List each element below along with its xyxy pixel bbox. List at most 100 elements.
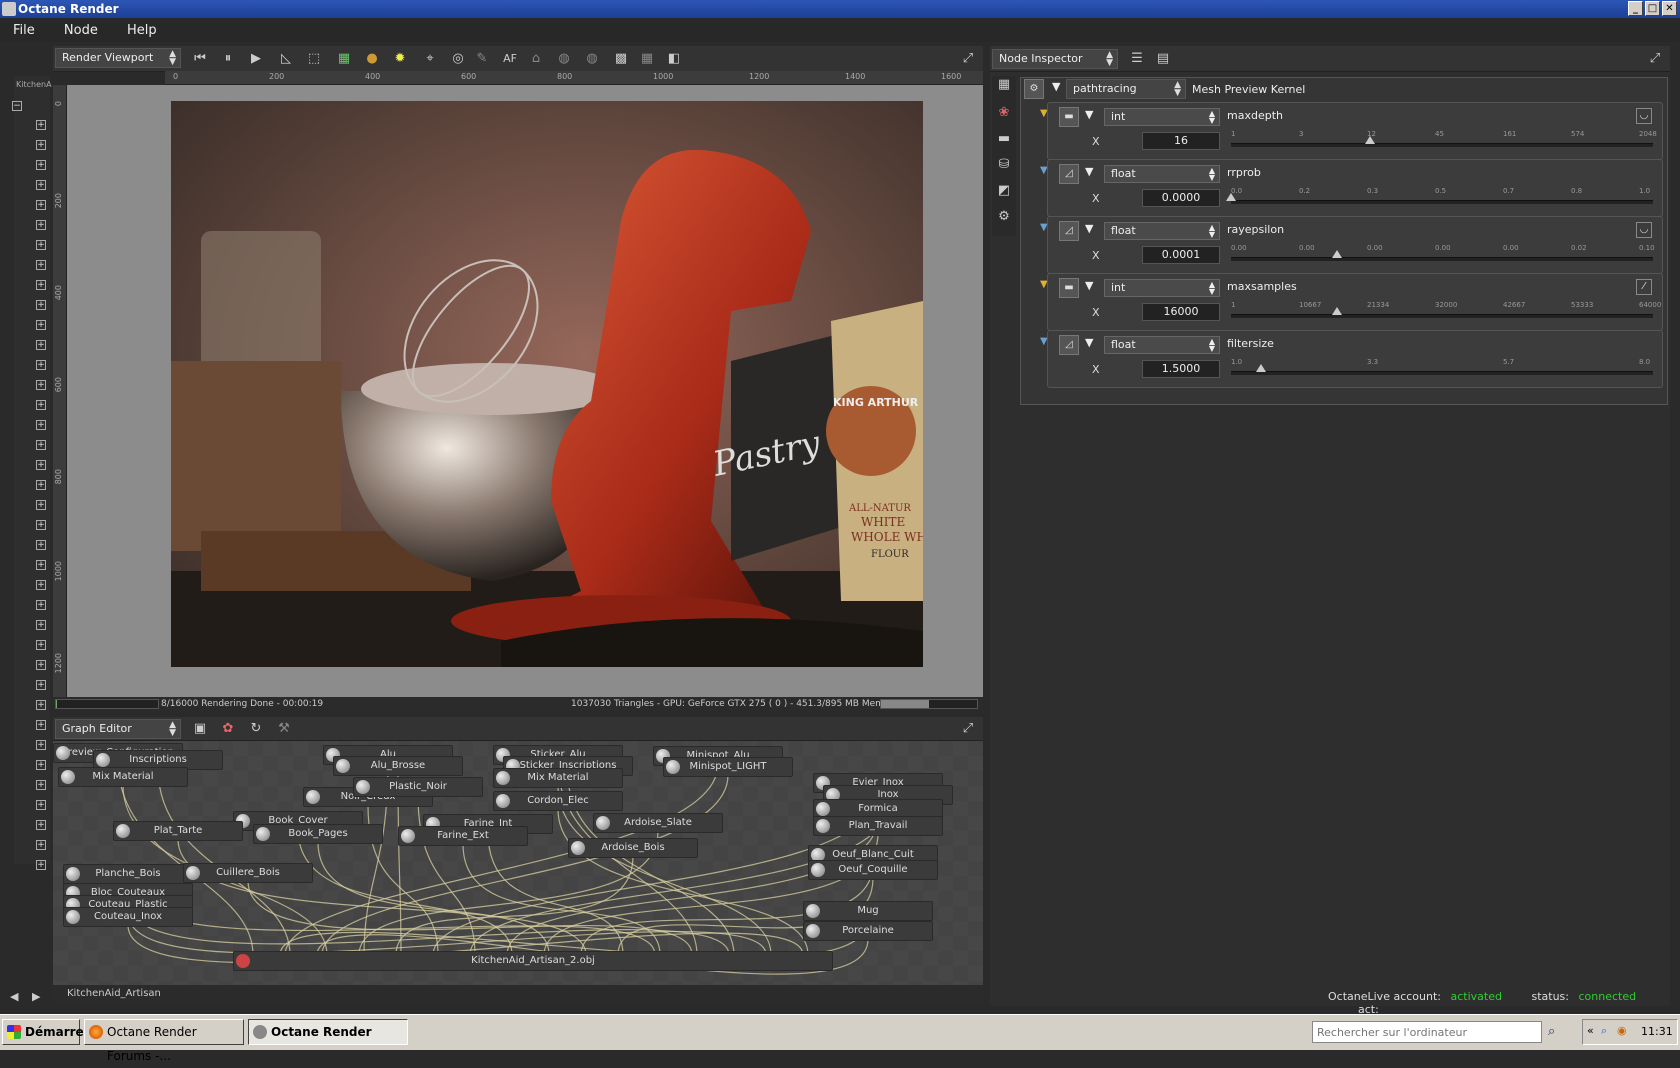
graph-node[interactable]: Planche_Bois xyxy=(63,864,193,884)
slider-thumb[interactable] xyxy=(1331,250,1342,258)
graph-node[interactable]: Ardoise_Slate xyxy=(593,813,723,833)
collapse-tree-button[interactable]: − xyxy=(12,101,22,111)
param-value-input[interactable]: 16 xyxy=(1142,132,1220,150)
graph-node[interactable]: Mug xyxy=(803,901,933,921)
light-icon[interactable]: ✹ xyxy=(391,50,409,68)
tray-expand-icon[interactable]: « xyxy=(1587,1024,1594,1037)
param-slider[interactable] xyxy=(1231,200,1653,204)
graph-editor[interactable]: Preview_ConfigurationInscriptionsMix Mat… xyxy=(53,741,983,985)
environment-icon[interactable]: ◩ xyxy=(995,182,1013,200)
expand-tree-button[interactable]: + xyxy=(36,240,46,250)
kernel-icon[interactable]: ⚙ xyxy=(995,208,1013,226)
af-icon[interactable]: AF xyxy=(501,50,519,68)
slider-thumb[interactable] xyxy=(1331,307,1342,315)
param-type-dropdown[interactable]: int ▲ ▼ xyxy=(1104,108,1220,126)
expand-tree-button[interactable]: + xyxy=(36,180,46,190)
start-button[interactable]: Démarrer xyxy=(2,1019,90,1045)
search-icon[interactable]: ⌕ xyxy=(1548,1024,1555,1039)
param-link-icon[interactable]: ◡ xyxy=(1636,108,1652,124)
graph-node[interactable]: Alu_Brosse xyxy=(333,756,463,776)
taskbar-search-input[interactable] xyxy=(1312,1021,1542,1043)
expand-tree-button[interactable]: + xyxy=(36,140,46,150)
sphere-alt-icon[interactable]: ◍ xyxy=(583,50,601,68)
param-type-dropdown[interactable]: float ▲ ▼ xyxy=(1104,165,1220,183)
graph-node[interactable]: Book_Pages xyxy=(253,824,383,844)
play-icon[interactable]: ▶ xyxy=(247,50,265,68)
autofocus-icon[interactable]: ⌖ xyxy=(421,50,439,68)
expand-tree-button[interactable]: + xyxy=(36,300,46,310)
graph-node[interactable]: Farine_Ext xyxy=(398,826,528,846)
expand-tree-button[interactable]: + xyxy=(36,500,46,510)
focus-picker-icon[interactable]: ✎ xyxy=(473,50,491,68)
graph-node[interactable]: Ardoise_Bois xyxy=(568,838,698,858)
expand-tree-button[interactable]: + xyxy=(36,520,46,530)
expand-tree-button[interactable]: + xyxy=(36,340,46,350)
material-picker-icon[interactable]: ⌂ xyxy=(527,50,545,68)
expand-tree-button[interactable]: + xyxy=(36,360,46,370)
expand-tree-button[interactable]: + xyxy=(36,620,46,630)
aperture-icon[interactable]: ◎ xyxy=(449,50,467,68)
expand-tree-button[interactable]: + xyxy=(36,840,46,850)
param-slider[interactable] xyxy=(1231,143,1653,147)
tools-icon[interactable]: ⚒ xyxy=(275,720,293,738)
color-icon[interactable]: ● xyxy=(363,50,381,68)
param-collapse-icon[interactable]: ▼ xyxy=(1085,336,1093,349)
expand-tree-button[interactable]: + xyxy=(36,400,46,410)
tray-search-icon[interactable]: ⌕ xyxy=(1601,1024,1607,1038)
graph-node[interactable]: Plat_Tarte xyxy=(113,821,243,841)
param-link-icon[interactable]: ◡ xyxy=(1636,222,1652,238)
menu-help[interactable]: Help xyxy=(114,18,169,38)
expand-tree-button[interactable]: + xyxy=(36,640,46,650)
expand-tree-button[interactable]: + xyxy=(36,760,46,770)
expand-tree-button[interactable]: + xyxy=(36,120,46,130)
skip-back-icon[interactable]: ⏮ xyxy=(191,50,209,68)
graph-node[interactable]: Mix Material xyxy=(493,768,623,788)
param-collapse-icon[interactable]: ▼ xyxy=(1085,222,1093,235)
expand-tree-button[interactable]: + xyxy=(36,480,46,490)
expand-tree-button[interactable]: + xyxy=(36,200,46,210)
param-link-icon[interactable]: ⁄ xyxy=(1636,279,1652,295)
collapse-icon[interactable]: ▼ xyxy=(1052,80,1060,93)
expand-tree-button[interactable]: + xyxy=(36,260,46,270)
material-node-icon[interactable]: ❀ xyxy=(995,104,1013,122)
sphere-icon[interactable]: ◍ xyxy=(555,50,573,68)
expand-tree-button[interactable]: + xyxy=(36,740,46,750)
close-button[interactable]: ✕ xyxy=(1662,1,1677,16)
scroll-right-icon[interactable]: ▶ xyxy=(32,990,40,1003)
graph-node[interactable]: Couteau_Inox xyxy=(63,907,193,927)
slider-thumb[interactable] xyxy=(1365,136,1376,144)
param-collapse-icon[interactable]: ▼ xyxy=(1085,165,1093,178)
maximize-button[interactable]: □ xyxy=(1645,1,1660,16)
viewport-dropdown[interactable]: Render Viewport ▲ ▼ xyxy=(55,48,181,68)
image-icon[interactable]: ▦ xyxy=(335,50,353,68)
refresh-icon[interactable]: ↻ xyxy=(247,720,265,738)
param-collapse-icon[interactable]: ▼ xyxy=(1085,279,1093,292)
expand-tree-button[interactable]: + xyxy=(36,800,46,810)
graph-editor-dropdown[interactable]: Graph Editor ▲ ▼ xyxy=(55,719,181,739)
image-node-icon[interactable]: ▦ xyxy=(995,76,1013,94)
param-value-input[interactable]: 0.0001 xyxy=(1142,246,1220,264)
list-icon[interactable]: ☰ xyxy=(1128,50,1146,68)
expand-tree-button[interactable]: + xyxy=(36,720,46,730)
graph-node[interactable]: Cordon_Elec xyxy=(493,791,623,811)
expand-tree-button[interactable]: + xyxy=(36,600,46,610)
tray-app-icon[interactable]: ◉ xyxy=(1617,1024,1627,1037)
graph-node[interactable]: Plastic_Noir xyxy=(353,777,483,797)
menu-node[interactable]: Node xyxy=(51,18,110,38)
add-node-icon[interactable]: ✿ xyxy=(219,720,237,738)
expand-tree-button[interactable]: + xyxy=(36,380,46,390)
expand-tree-button[interactable]: + xyxy=(36,540,46,550)
mesh-node[interactable]: KitchenAid_Artisan_2.obj xyxy=(233,951,833,971)
database-icon[interactable]: ⛁ xyxy=(995,156,1013,174)
region-icon[interactable]: ⬚ xyxy=(305,50,323,68)
maximize-graph-icon[interactable]: ⤢ xyxy=(959,720,977,738)
expand-tree-button[interactable]: + xyxy=(36,860,46,870)
save-graph-icon[interactable]: ▣ xyxy=(191,720,209,738)
graph-node[interactable]: Minispot_LIGHT xyxy=(663,757,793,777)
expand-tree-button[interactable]: + xyxy=(36,280,46,290)
kernel-type-dropdown[interactable]: pathtracing ▲ ▼ xyxy=(1066,79,1186,99)
param-type-dropdown[interactable]: int ▲ ▼ xyxy=(1104,279,1220,297)
expand-tree-button[interactable]: + xyxy=(36,700,46,710)
camera-icon[interactable]: ◺ xyxy=(277,50,295,68)
scroll-left-icon[interactable]: ◀ xyxy=(10,990,18,1003)
